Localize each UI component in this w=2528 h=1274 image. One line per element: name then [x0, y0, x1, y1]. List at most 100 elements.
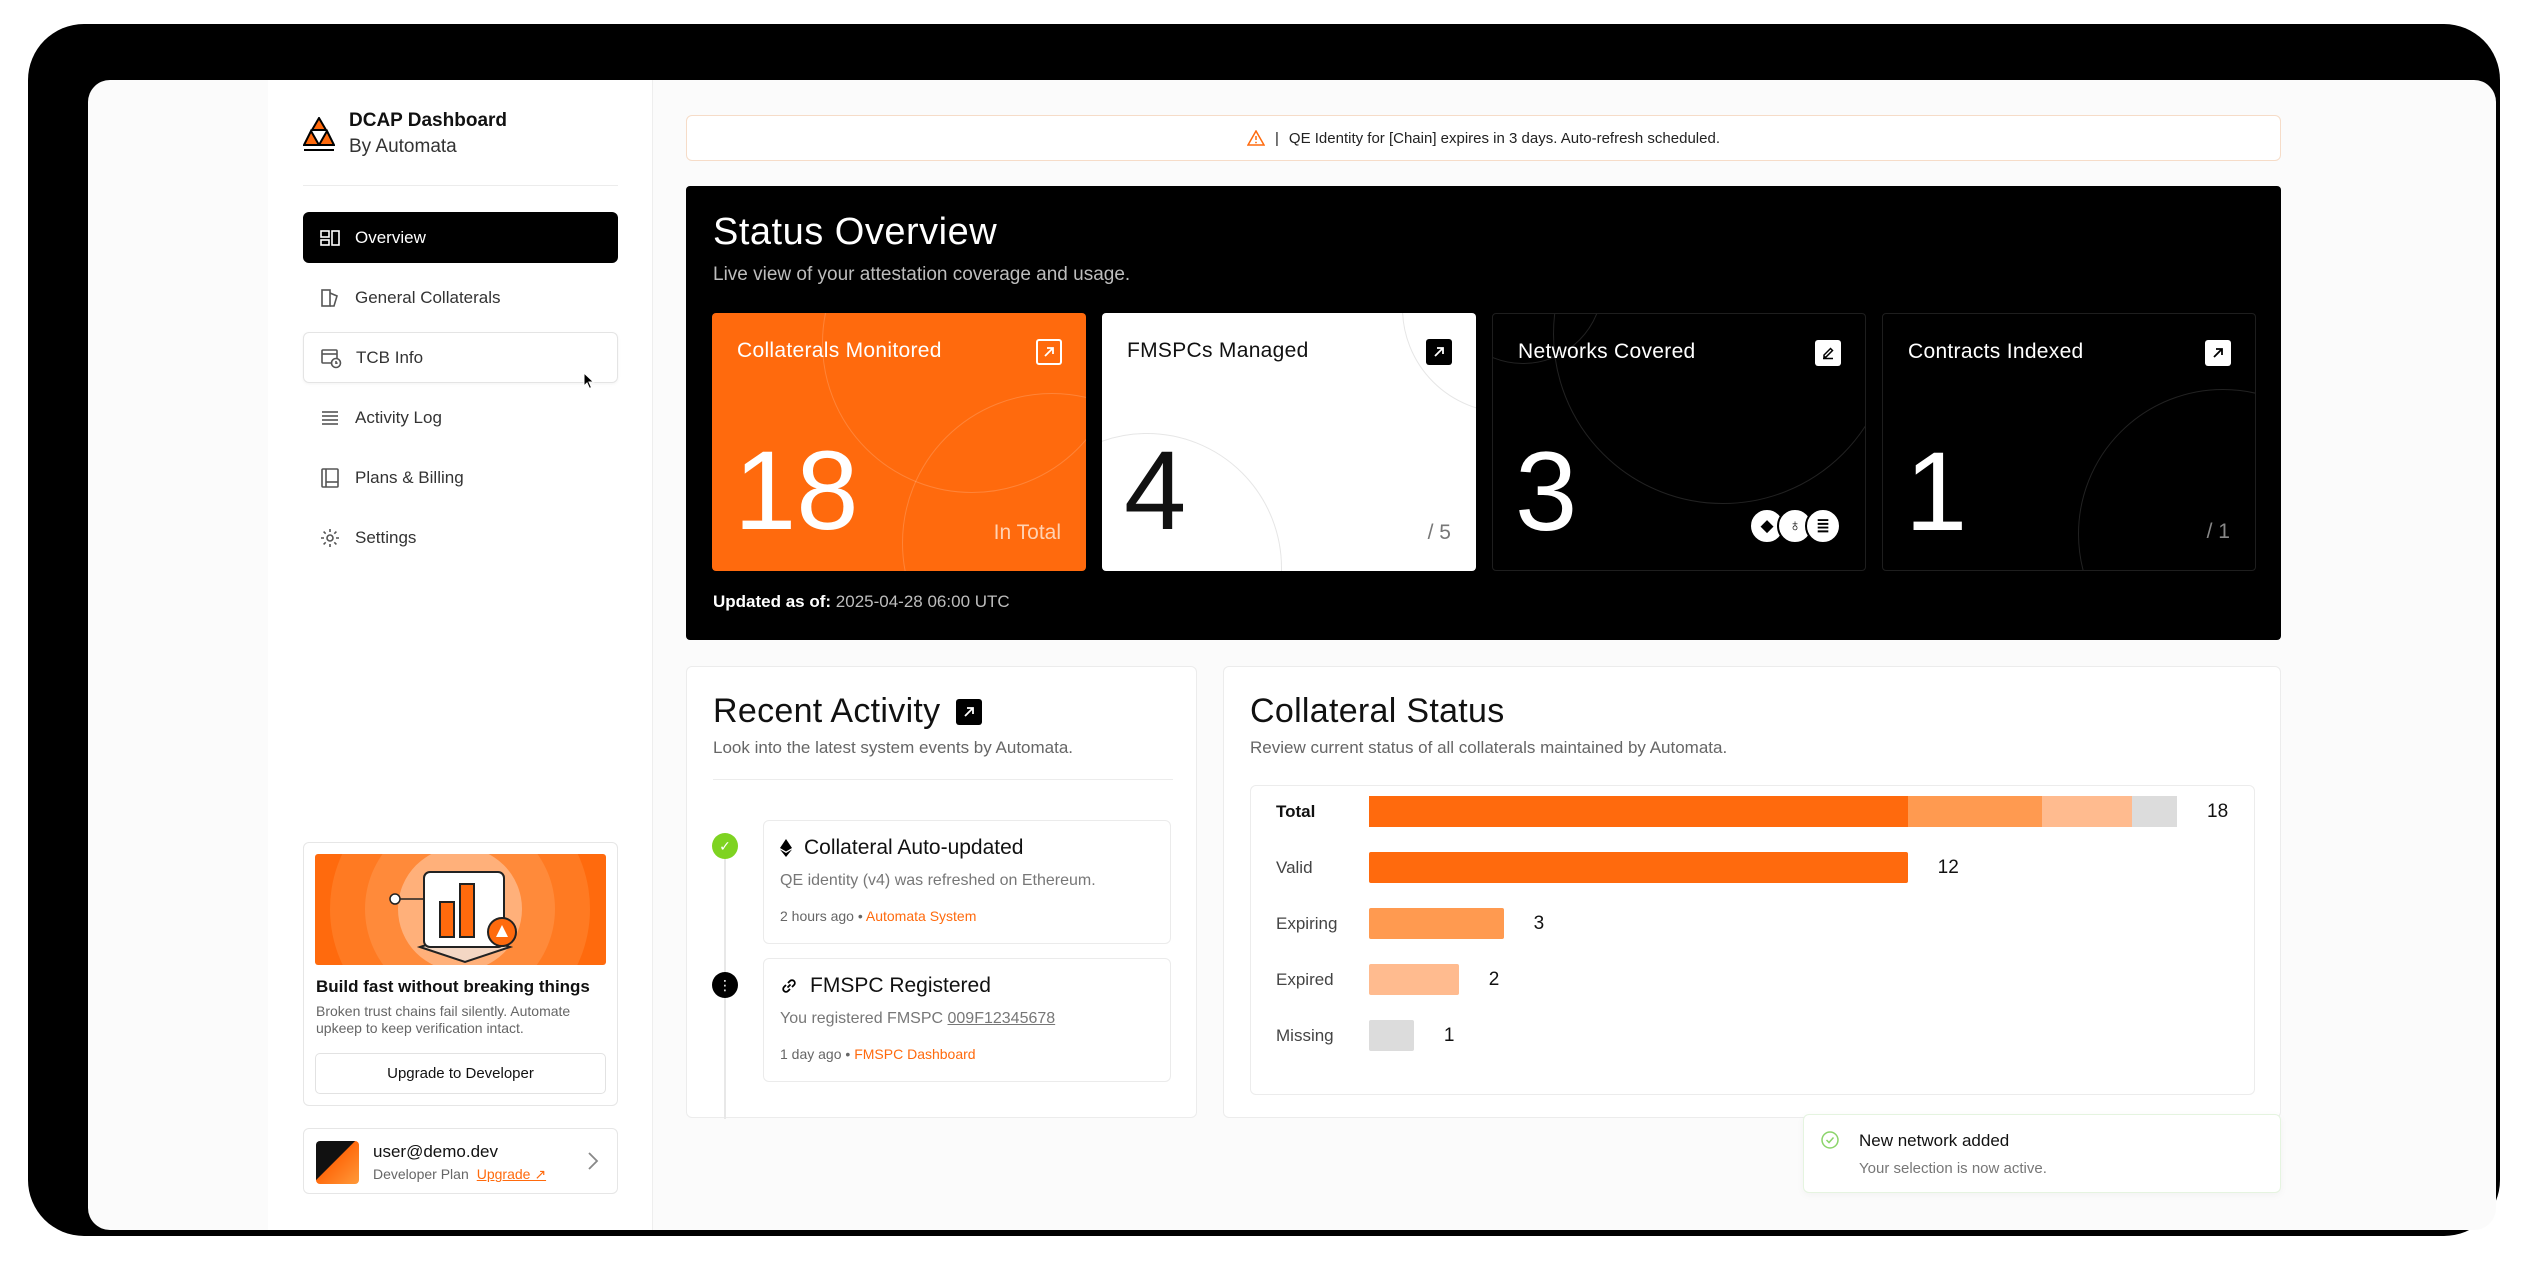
book-icon	[321, 467, 339, 488]
contracts-indexed-card[interactable]: Contracts Indexed 1 / 1	[1882, 313, 2256, 571]
event-description: QE identity (v4) was refreshed on Ethere…	[780, 872, 1096, 889]
edit-icon[interactable]	[1815, 340, 1841, 366]
arrow-up-right-icon[interactable]	[2205, 340, 2231, 366]
bar-total-segment-missing[interactable]	[2132, 796, 2177, 827]
user-plan: Developer Plan Upgrade ↗	[373, 1166, 546, 1183]
bar-valid[interactable]	[1369, 852, 1908, 883]
warning-icon	[1247, 130, 1266, 146]
bar-missing[interactable]	[1369, 1020, 1414, 1051]
decor-circle	[1883, 314, 1913, 334]
bar-total-segment-expiring[interactable]	[1907, 796, 2043, 827]
device-frame: DCAP Dashboard By Automata Overview Gene…	[28, 24, 2500, 1236]
sidebar-item-tcb-info[interactable]: TCB Info	[303, 332, 618, 383]
event-description-text: You registered FMSPC	[780, 1010, 944, 1027]
bar-expiring[interactable]	[1369, 908, 1504, 939]
collateral-status-panel: Collateral Status Review current status …	[1223, 666, 2281, 1118]
event-source[interactable]: Automata System	[866, 908, 977, 924]
card-footnote: / 5	[1427, 521, 1451, 544]
sidebar-item-label: Settings	[355, 527, 417, 547]
card-label: FMSPCs Managed	[1127, 339, 1309, 362]
upgrade-link[interactable]: Upgrade ↗	[477, 1166, 546, 1182]
sidebar-item-general-collaterals[interactable]: General Collaterals	[303, 272, 618, 323]
bar-value-expiring: 3	[1533, 913, 1545, 934]
collaterals-icon	[321, 288, 338, 307]
app-screen: DCAP Dashboard By Automata Overview Gene…	[88, 80, 2496, 1230]
promo-illustration	[315, 854, 606, 965]
event-title-text: Collateral Auto-updated	[804, 836, 1024, 859]
network-logos: ◆ ♁ ≣	[1749, 508, 1841, 544]
user-account-card[interactable]: user@demo.dev Developer Plan Upgrade ↗	[303, 1128, 618, 1194]
sidebar-item-label: Plans & Billing	[355, 467, 464, 487]
collaterals-monitored-card[interactable]: Collaterals Monitored 18 In Total	[712, 313, 1086, 571]
sidebar-item-label: TCB Info	[356, 347, 424, 367]
activity-event[interactable]: FMSPC Registered You registered FMSPC 00…	[763, 958, 1171, 1082]
networks-covered-card[interactable]: Networks Covered 3 ◆ ♁ ≣	[1492, 313, 1866, 571]
fmspcs-managed-card[interactable]: FMSPCs Managed 4 / 5	[1102, 313, 1476, 571]
card-label: Networks Covered	[1518, 340, 1696, 363]
collateral-status-subtitle: Review current status of all collaterals…	[1250, 738, 1728, 757]
arrow-up-right-icon[interactable]	[1036, 339, 1062, 365]
sidebar-item-settings[interactable]: Settings	[303, 512, 618, 563]
sidebar-item-label: Overview	[355, 227, 426, 247]
card-value: 4	[1124, 428, 1187, 553]
sidebar-item-plans-billing[interactable]: Plans & Billing	[303, 452, 618, 503]
activity-event[interactable]: Collateral Auto-updated QE identity (v4)…	[763, 820, 1171, 944]
sidebar: DCAP Dashboard By Automata Overview Gene…	[268, 80, 653, 1230]
chevron-right-icon	[588, 1152, 599, 1170]
tcb-icon	[321, 348, 342, 368]
ethereum-icon	[780, 839, 792, 857]
success-check-icon: ✓	[712, 833, 738, 859]
card-label: Collaterals Monitored	[737, 339, 942, 362]
alert-separator: |	[1275, 129, 1279, 147]
bar-value-total: 18	[2207, 801, 2229, 822]
divider	[713, 779, 1173, 780]
event-source[interactable]: FMSPC Dashboard	[854, 1046, 975, 1062]
card-footnote: / 1	[2206, 520, 2230, 543]
check-circle-icon	[1821, 1131, 1839, 1149]
plan-name: Developer Plan	[373, 1166, 469, 1182]
toast-title: New network added	[1859, 1131, 2010, 1150]
event-title: Collateral Auto-updated	[780, 836, 1024, 860]
sidebar-item-activity-log[interactable]: Activity Log	[303, 392, 618, 443]
event-description: You registered FMSPC 009F12345678	[780, 1010, 1055, 1028]
divider	[303, 185, 618, 186]
automata-logo-icon	[303, 117, 335, 151]
event-meta: 2 hours ago • Automata System	[780, 908, 977, 924]
fmspc-code-link[interactable]: 009F12345678	[948, 1010, 1056, 1027]
panel-title: Collateral Status	[1250, 692, 1505, 730]
bar-value-missing: 1	[1443, 1025, 1455, 1046]
bar-label-valid: Valid	[1276, 858, 1313, 877]
user-email: user@demo.dev	[373, 1142, 498, 1161]
bar-total-segment-valid[interactable]	[1369, 796, 1908, 827]
card-footnote: In Total	[993, 521, 1061, 544]
notification-toast[interactable]: New network added Your selection is now …	[1803, 1114, 2281, 1193]
bar-label-total: Total	[1276, 802, 1316, 821]
bar-label-expiring: Expiring	[1276, 914, 1338, 933]
list-icon	[322, 410, 338, 425]
overview-icon	[320, 229, 340, 246]
brand-title: DCAP Dashboard	[349, 110, 508, 131]
bar-total-segment-expired[interactable]	[2042, 796, 2133, 827]
updated-value: 2025-04-28 06:00 UTC	[835, 592, 1010, 611]
expiry-alert-banner: | QE Identity for [Chain] expires in 3 d…	[686, 115, 2281, 161]
bar-value-valid: 12	[1937, 857, 1959, 878]
upgrade-to-developer-button[interactable]: Upgrade to Developer	[315, 1053, 606, 1094]
bar-expired[interactable]	[1369, 964, 1459, 995]
sidebar-item-overview[interactable]: Overview	[303, 212, 618, 263]
promo-card: Build fast without breaking things Broke…	[303, 842, 618, 1106]
event-time: 1 day ago	[780, 1046, 842, 1062]
card-value: 18	[734, 428, 859, 553]
promo-title: Build fast without breaking things	[316, 977, 590, 996]
card-value: 1	[1905, 429, 1968, 554]
arrow-up-right-icon[interactable]	[956, 698, 983, 725]
card-value: 3	[1515, 429, 1578, 554]
collateral-status-title: Collateral Status	[1250, 692, 1505, 731]
sidebar-item-label: General Collaterals	[355, 287, 501, 307]
toast-subtitle: Your selection is now active.	[1859, 1160, 2047, 1177]
arrow-up-right-icon[interactable]	[1426, 339, 1452, 365]
scroll-logo-icon: ≣	[1805, 508, 1841, 544]
brand[interactable]: DCAP Dashboard By Automata	[303, 110, 507, 158]
bar-label-missing: Missing	[1276, 1026, 1334, 1045]
status-subtitle: Live view of your attestation coverage a…	[713, 264, 1131, 285]
panel-title: Recent Activity	[713, 692, 941, 730]
